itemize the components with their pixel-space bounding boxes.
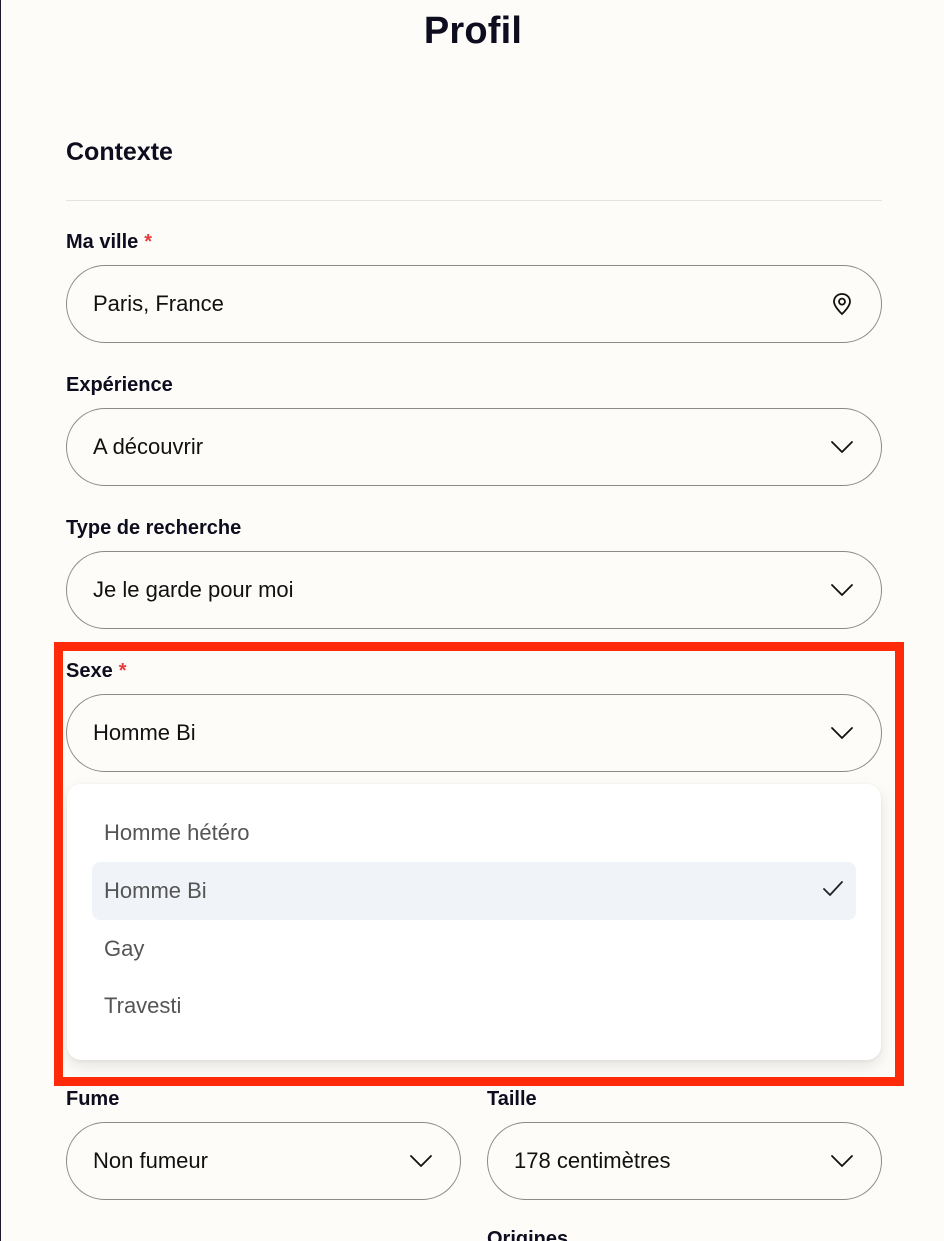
experience-value: A découvrir xyxy=(93,434,204,459)
height-value: 178 centimètres xyxy=(514,1148,671,1173)
sex-value: Homme Bi xyxy=(93,720,196,745)
section-divider xyxy=(66,200,882,201)
page-title: Profil xyxy=(423,10,523,52)
sex-option-travesti[interactable]: Travesti xyxy=(92,977,856,1035)
height-select[interactable]: 178 centimètres xyxy=(487,1122,882,1200)
city-input[interactable]: Paris, France xyxy=(66,265,882,343)
sex-option-homme-hetero[interactable]: Homme hétéro xyxy=(92,804,856,862)
chevron-down-icon xyxy=(408,1148,434,1174)
option-label: Homme Bi xyxy=(104,878,207,903)
chevron-down-icon xyxy=(829,1148,855,1174)
option-label: Homme hétéro xyxy=(104,820,250,845)
search-type-select[interactable]: Je le garde pour moi xyxy=(66,551,882,629)
required-mark: * xyxy=(118,660,127,682)
checkmark-icon xyxy=(822,878,844,904)
section-title: Contexte xyxy=(66,138,173,166)
smoke-label: Fume xyxy=(66,1088,120,1110)
profile-page: Profil Contexte Ma ville * Paris, France … xyxy=(0,0,944,1241)
smoke-select[interactable]: Non fumeur xyxy=(66,1122,461,1200)
chevron-down-icon xyxy=(829,434,855,460)
chevron-down-icon xyxy=(829,577,855,603)
sex-dropdown-menu: Homme hétéro Homme Bi Gay Travesti xyxy=(67,784,881,1060)
experience-select[interactable]: A découvrir xyxy=(66,408,882,486)
sex-option-gay[interactable]: Gay xyxy=(92,920,856,978)
search-type-label: Type de recherche xyxy=(66,517,242,539)
required-mark: * xyxy=(144,231,153,253)
smoke-value: Non fumeur xyxy=(93,1148,208,1173)
sex-label: Sexe * xyxy=(66,660,127,683)
sex-option-homme-bi[interactable]: Homme Bi xyxy=(92,862,856,920)
location-pin-icon[interactable] xyxy=(829,291,855,317)
chevron-down-icon xyxy=(829,720,855,746)
sex-label-text: Sexe xyxy=(66,660,113,682)
origins-label: Origines xyxy=(487,1228,569,1241)
sex-select[interactable]: Homme Bi xyxy=(66,694,882,772)
city-label-text: Ma ville xyxy=(66,231,139,253)
search-type-value: Je le garde pour moi xyxy=(93,577,294,602)
height-label: Taille xyxy=(487,1088,537,1110)
city-value: Paris, France xyxy=(93,291,224,316)
experience-label: Expérience xyxy=(66,374,173,396)
option-label: Gay xyxy=(104,936,145,961)
option-label: Travesti xyxy=(104,993,182,1018)
city-label: Ma ville * xyxy=(66,231,152,254)
